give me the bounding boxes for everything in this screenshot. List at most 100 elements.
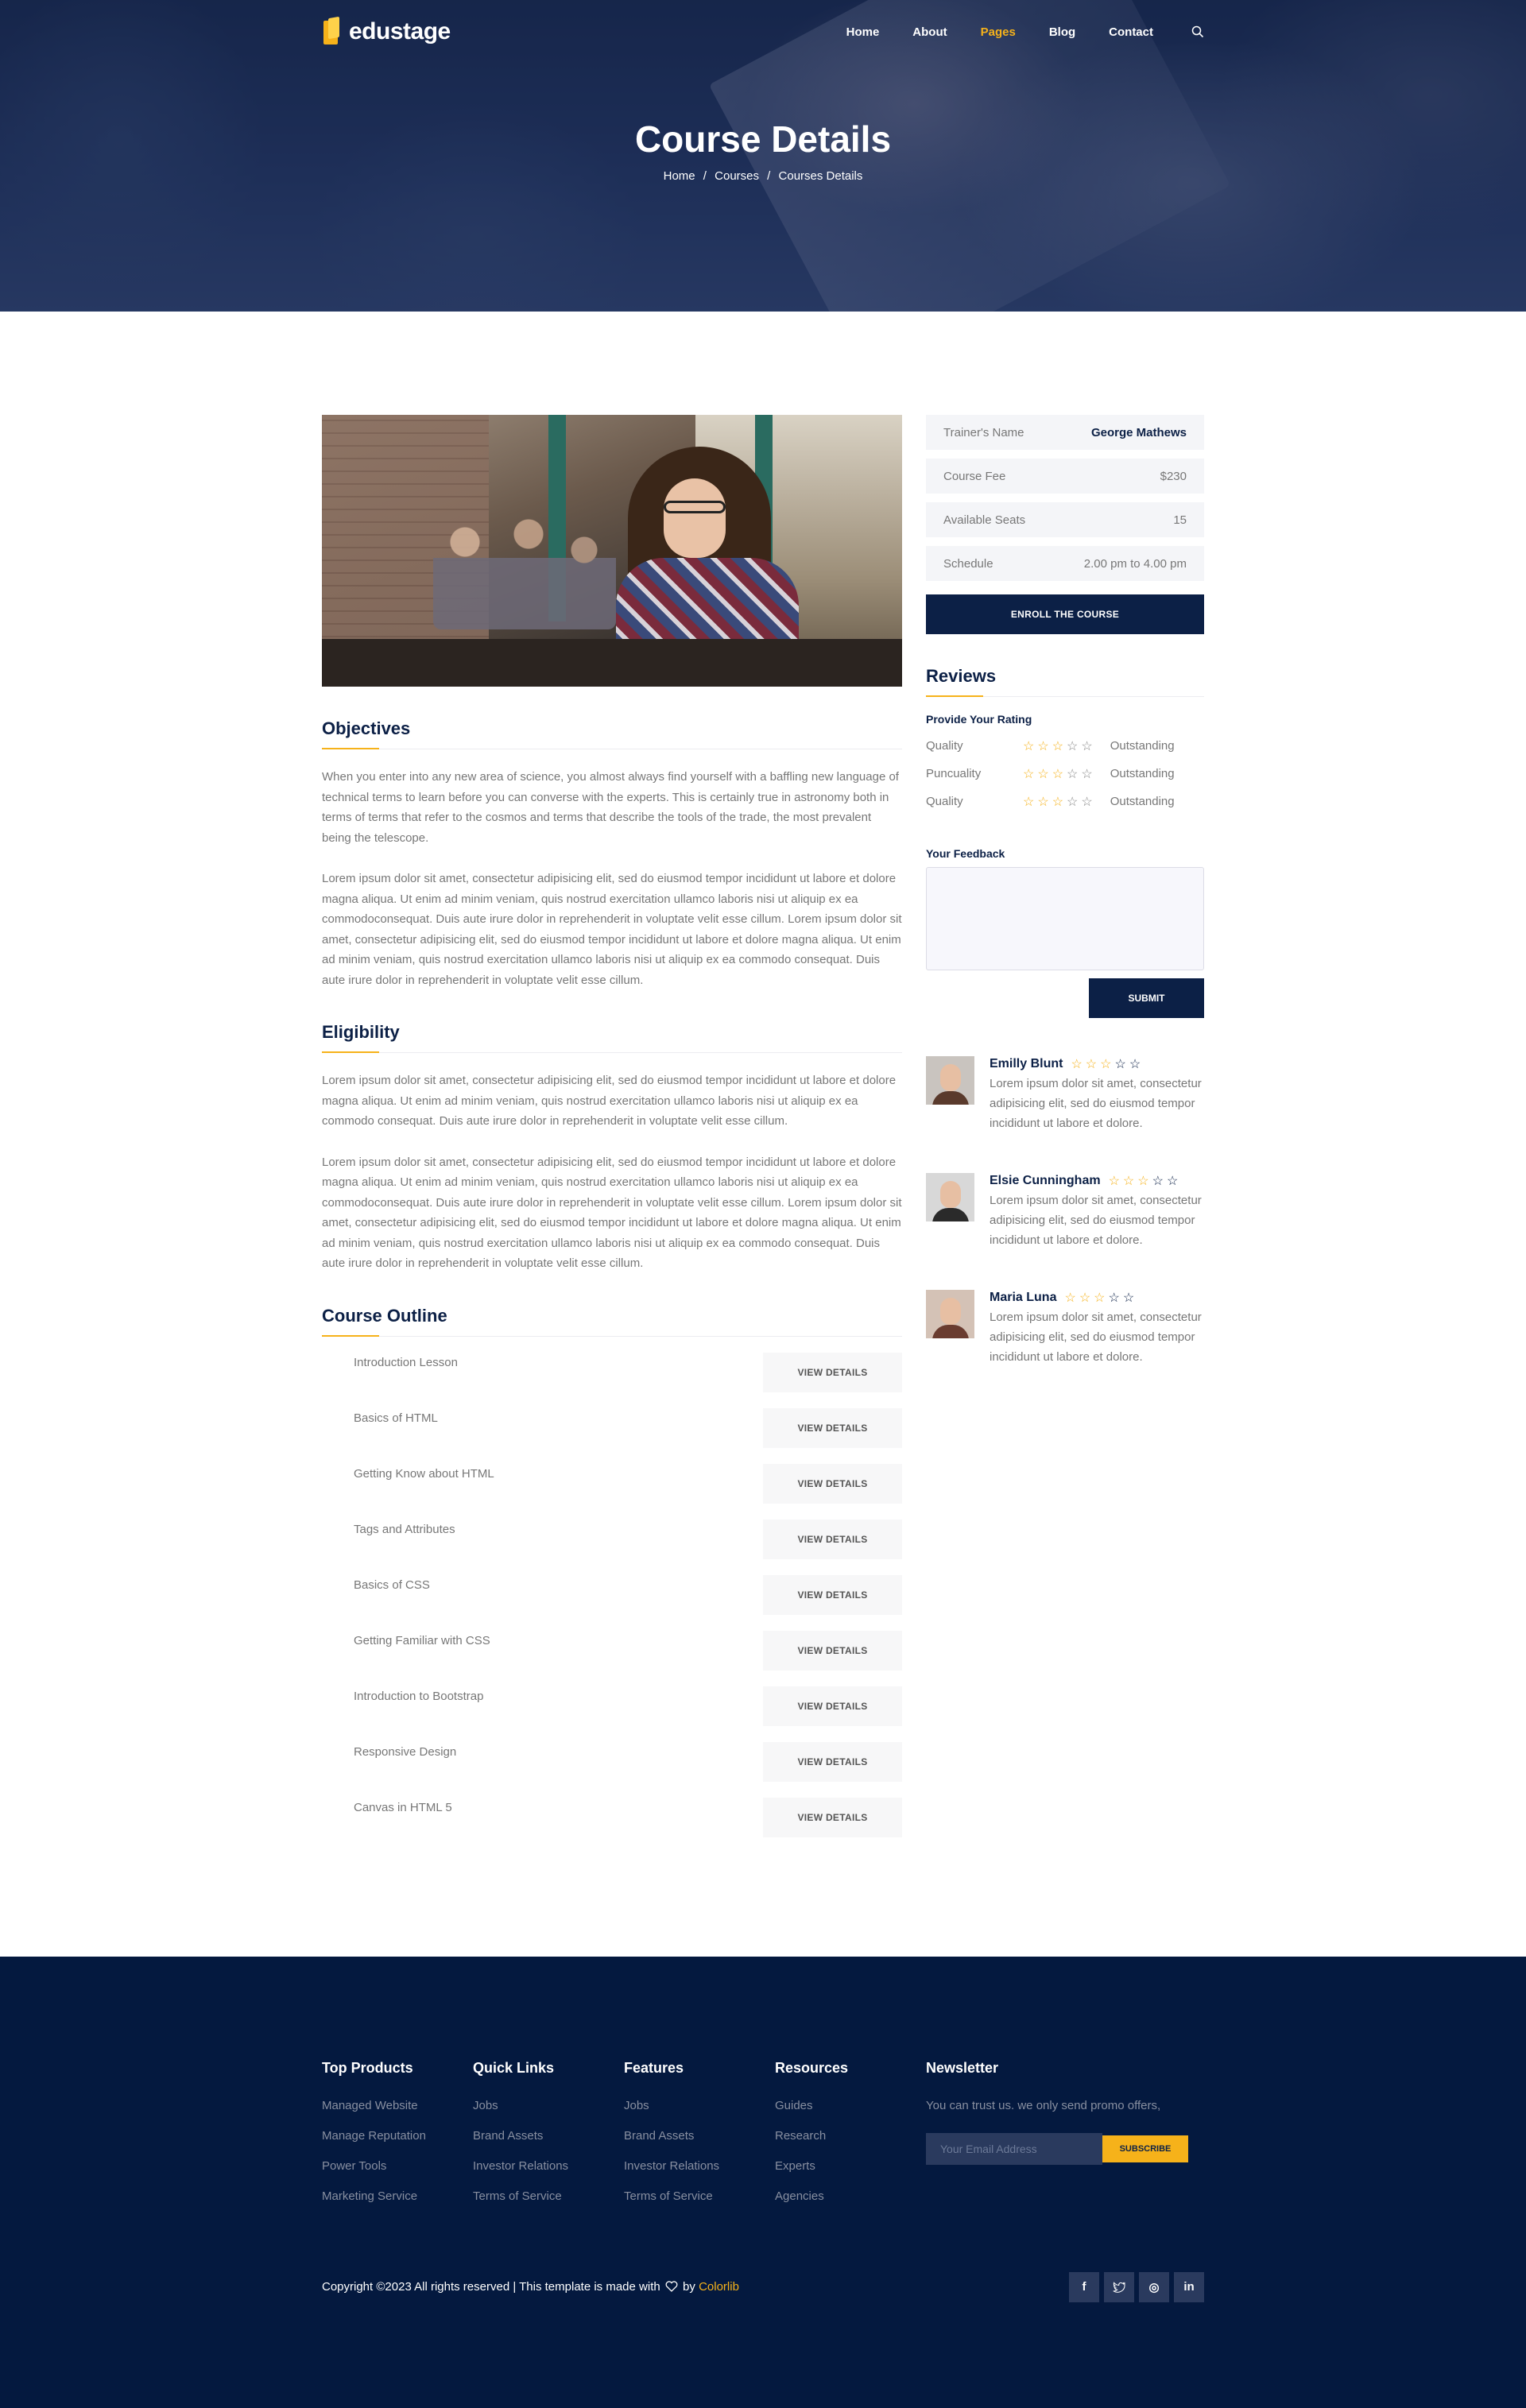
star-empty-icon[interactable]: ☆ bbox=[1081, 738, 1092, 754]
review-item: Elsie Cunningham ☆ ☆ ☆ ☆ ☆ Lorem ipsum dolor… bbox=[926, 1173, 1204, 1250]
outline-item: Basics of CSS VIEW DETAILS bbox=[322, 1574, 902, 1631]
course-image bbox=[322, 415, 902, 687]
footer-column-title: Features bbox=[624, 2059, 684, 2076]
nav-contact[interactable]: Contact bbox=[1109, 25, 1153, 39]
nav-pages[interactable]: Pages bbox=[981, 25, 1016, 39]
rating-word: Outstanding bbox=[1110, 767, 1175, 780]
subscribe-button[interactable]: SUBSCRIBE bbox=[1102, 2135, 1188, 2162]
view-details-button[interactable]: VIEW DETAILS bbox=[763, 1686, 902, 1726]
view-details-button[interactable]: VIEW DETAILS bbox=[763, 1741, 902, 1782]
star-filled-icon[interactable]: ☆ bbox=[1037, 738, 1048, 754]
reviewer-name: Maria Luna bbox=[990, 1291, 1057, 1304]
outline-item: Getting Familiar with CSS VIEW DETAILS bbox=[322, 1630, 902, 1686]
view-details-button[interactable]: VIEW DETAILS bbox=[763, 1519, 902, 1559]
star-filled-icon: ☆ bbox=[1079, 1291, 1091, 1305]
social-links: f ◎ in bbox=[1069, 2271, 1204, 2302]
footer-link[interactable]: Research bbox=[775, 2129, 926, 2143]
course-content: Objectives When you enter into any new a… bbox=[322, 415, 902, 1853]
feedback-textarea[interactable] bbox=[926, 867, 1204, 970]
review-stars: ☆ ☆ ☆ ☆ ☆ bbox=[1064, 1290, 1134, 1306]
rating-word: Outstanding bbox=[1110, 795, 1175, 808]
submit-button[interactable]: SUBMIT bbox=[1089, 978, 1204, 1018]
star-filled-icon[interactable]: ☆ bbox=[1023, 738, 1034, 754]
breadcrumb-courses[interactable]: Courses bbox=[715, 169, 759, 183]
rating-label: Quality bbox=[926, 739, 963, 753]
book-logo-icon bbox=[322, 16, 341, 46]
eligibility-heading: Eligibility bbox=[322, 1022, 902, 1053]
outline-item-title: Getting Know about HTML bbox=[354, 1466, 494, 1481]
footer-link[interactable]: Investor Relations bbox=[473, 2159, 624, 2173]
footer-column: Features Jobs Brand Assets Investor Rela… bbox=[624, 2060, 775, 2220]
footer-link[interactable]: Brand Assets bbox=[624, 2129, 775, 2143]
objectives-heading: Objectives bbox=[322, 718, 902, 749]
copyright-text: Copyright ©2023 All rights reserved | Th… bbox=[322, 2280, 660, 2294]
outline-item: Basics of HTML VIEW DETAILS bbox=[322, 1407, 902, 1464]
star-filled-icon: ☆ bbox=[1094, 1291, 1106, 1305]
twitter-icon[interactable] bbox=[1104, 2271, 1134, 2302]
rating-stars[interactable]: ☆ ☆ ☆ ☆ ☆ bbox=[1023, 766, 1093, 782]
footer-link[interactable]: Brand Assets bbox=[473, 2129, 624, 2143]
rating-stars[interactable]: ☆ ☆ ☆ ☆ ☆ bbox=[1023, 794, 1093, 810]
search-icon[interactable] bbox=[1191, 25, 1204, 38]
footer-link[interactable]: Jobs bbox=[624, 2099, 775, 2112]
review-header: Emilly Blunt ☆ ☆ ☆ ☆ ☆ bbox=[990, 1056, 1204, 1072]
star-filled-icon[interactable]: ☆ bbox=[1037, 766, 1048, 782]
star-filled-icon[interactable]: ☆ bbox=[1052, 766, 1063, 782]
star-empty-icon[interactable]: ☆ bbox=[1067, 766, 1078, 782]
star-filled-icon[interactable]: ☆ bbox=[1023, 766, 1034, 782]
outline-item: Responsive Design VIEW DETAILS bbox=[322, 1741, 902, 1798]
rating-stars[interactable]: ☆ ☆ ☆ ☆ ☆ bbox=[1023, 738, 1093, 754]
footer-link[interactable]: Jobs bbox=[473, 2099, 624, 2112]
footer-link[interactable]: Power Tools bbox=[322, 2159, 473, 2173]
footer-link[interactable]: Manage Reputation bbox=[322, 2129, 473, 2143]
rating-label: Quality bbox=[926, 795, 963, 808]
breadcrumb-home[interactable]: Home bbox=[664, 169, 695, 183]
breadcrumb-separator: / bbox=[767, 169, 771, 183]
view-details-button[interactable]: VIEW DETAILS bbox=[763, 1630, 902, 1671]
view-details-button[interactable]: VIEW DETAILS bbox=[763, 1352, 902, 1392]
footer-link[interactable]: Investor Relations bbox=[624, 2159, 775, 2173]
reviewer-name: Elsie Cunningham bbox=[990, 1174, 1101, 1187]
footer-link[interactable]: Marketing Service bbox=[322, 2189, 473, 2203]
email-input[interactable]: Your Email Address bbox=[926, 2132, 1102, 2165]
star-empty-icon[interactable]: ☆ bbox=[1081, 794, 1092, 810]
star-filled-icon: ☆ bbox=[1100, 1058, 1112, 1071]
view-details-button[interactable]: VIEW DETAILS bbox=[763, 1463, 902, 1504]
footer-link[interactable]: Guides bbox=[775, 2099, 926, 2112]
footer: Top Products Managed Website Manage Repu… bbox=[0, 1956, 1526, 2408]
linkedin-icon[interactable]: in bbox=[1174, 2271, 1204, 2302]
star-empty-icon: ☆ bbox=[1166, 1175, 1179, 1188]
info-key: Trainer's Name bbox=[943, 425, 1024, 439]
star-empty-icon[interactable]: ☆ bbox=[1081, 766, 1092, 782]
hero-banner: edustage Home About Pages Blog Contact C… bbox=[0, 0, 1526, 312]
dribbble-icon[interactable]: ◎ bbox=[1139, 2271, 1169, 2302]
footer-link[interactable]: Agencies bbox=[775, 2189, 926, 2203]
colorlib-link[interactable]: Colorlib bbox=[699, 2280, 739, 2294]
star-empty-icon[interactable]: ☆ bbox=[1067, 794, 1078, 810]
star-filled-icon[interactable]: ☆ bbox=[1023, 794, 1034, 810]
main-menu: Home About Pages Blog Contact bbox=[846, 25, 1204, 39]
logo[interactable]: edustage bbox=[322, 16, 451, 46]
star-filled-icon[interactable]: ☆ bbox=[1052, 794, 1063, 810]
copyright: Copyright ©2023 All rights reserved | Th… bbox=[322, 2280, 739, 2294]
star-filled-icon[interactable]: ☆ bbox=[1052, 738, 1063, 754]
footer-link[interactable]: Terms of Service bbox=[473, 2189, 624, 2203]
view-details-button[interactable]: VIEW DETAILS bbox=[763, 1797, 902, 1837]
star-empty-icon[interactable]: ☆ bbox=[1067, 738, 1078, 754]
enroll-button[interactable]: ENROLL THE COURSE bbox=[926, 594, 1204, 634]
nav-home[interactable]: Home bbox=[846, 25, 880, 39]
outline-item: Introduction to Bootstrap VIEW DETAILS bbox=[322, 1686, 902, 1742]
review-header: Maria Luna ☆ ☆ ☆ ☆ ☆ bbox=[990, 1290, 1204, 1306]
outline-item-title: Tags and Attributes bbox=[354, 1522, 455, 1536]
star-filled-icon[interactable]: ☆ bbox=[1037, 794, 1048, 810]
footer-link[interactable]: Terms of Service bbox=[624, 2189, 775, 2203]
nav-blog[interactable]: Blog bbox=[1049, 25, 1075, 39]
facebook-icon[interactable]: f bbox=[1069, 2271, 1099, 2302]
footer-link[interactable]: Managed Website bbox=[322, 2099, 473, 2112]
footer-link[interactable]: Experts bbox=[775, 2159, 926, 2173]
star-filled-icon: ☆ bbox=[1071, 1058, 1083, 1071]
view-details-button[interactable]: VIEW DETAILS bbox=[763, 1574, 902, 1615]
nav-about[interactable]: About bbox=[912, 25, 947, 39]
view-details-button[interactable]: VIEW DETAILS bbox=[763, 1407, 902, 1448]
eligibility-paragraph: Lorem ipsum dolor sit amet, consectetur … bbox=[322, 1155, 902, 1271]
